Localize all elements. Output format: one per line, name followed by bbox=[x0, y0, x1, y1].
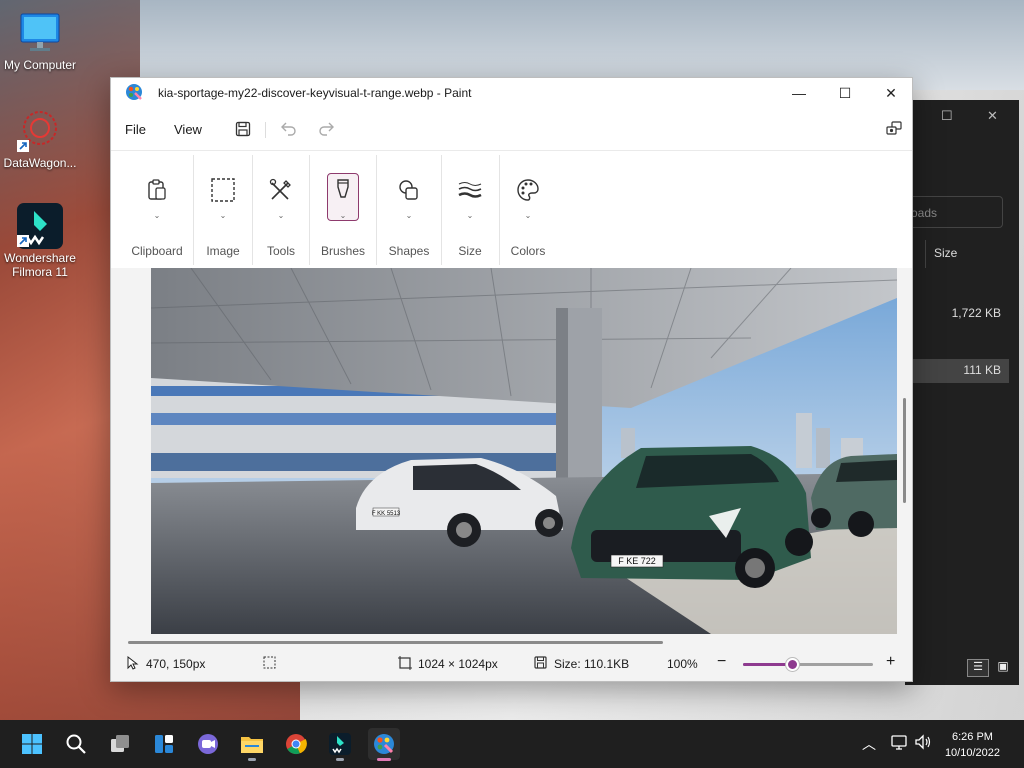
chevron-down-icon: ⌄ bbox=[219, 211, 227, 220]
paint-window[interactable]: kia-sportage-my22-discover-keyvisual-t-r… bbox=[110, 77, 913, 682]
file-explorer-icon[interactable] bbox=[236, 728, 268, 761]
ribbon-label: Image bbox=[206, 244, 240, 258]
ribbon-group-brushes[interactable]: ⌄ Brushes bbox=[311, 151, 375, 269]
selection-size-icon bbox=[263, 656, 276, 672]
canvas-area[interactable]: F KK 5513 F KE 722 bbox=[111, 268, 912, 638]
ribbon-label: Size bbox=[458, 244, 482, 258]
task-view-icon[interactable] bbox=[104, 728, 136, 760]
ribbon-group-image[interactable]: ⌄ Image bbox=[195, 151, 251, 269]
list-item[interactable]: 1,722 KB bbox=[952, 306, 1001, 320]
chevron-down-icon: ⌄ bbox=[277, 211, 285, 220]
zoom-slider-fill bbox=[743, 663, 793, 666]
chevron-down-icon: ⌄ bbox=[405, 211, 413, 220]
close-button[interactable]: ✕ bbox=[868, 78, 914, 108]
ribbon-group-size[interactable]: ⌄ Size bbox=[442, 151, 498, 269]
list-item[interactable]: 111 KB bbox=[905, 359, 1009, 383]
ribbon-label: Shapes bbox=[388, 244, 430, 258]
network-icon[interactable] bbox=[890, 733, 908, 754]
menu-bar: File View bbox=[111, 108, 912, 150]
select-icon bbox=[210, 177, 236, 203]
desktop-icon-label: My Computer bbox=[3, 58, 77, 72]
canvas-image[interactable]: F KK 5513 F KE 722 bbox=[151, 268, 897, 634]
brush-icon bbox=[330, 177, 356, 203]
search-input[interactable]: oads bbox=[905, 196, 1003, 228]
zoom-slider-thumb[interactable] bbox=[786, 658, 800, 671]
ribbon-label: Tools bbox=[266, 244, 295, 258]
desktop-icon-filmora[interactable]: Wondershare Filmora 11 bbox=[0, 203, 80, 279]
front-plate-text: F KE 722 bbox=[618, 556, 656, 566]
clock-time: 6:26 PM bbox=[951, 731, 993, 743]
canvas-dimensions: 1024 × 1024px bbox=[418, 657, 498, 671]
status-bar: 470, 150px 1024 × 1024px Size: 110.1KB 1… bbox=[111, 647, 912, 681]
window-title: kia-sportage-my22-discover-keyvisual-t-r… bbox=[158, 86, 472, 100]
chevron-down-icon: ⌄ bbox=[153, 211, 161, 220]
ribbon-label: Clipboard bbox=[131, 244, 183, 258]
filmora-icon bbox=[17, 203, 63, 249]
chevron-down-icon: ⌄ bbox=[466, 211, 474, 220]
zoom-out-button[interactable]: − bbox=[717, 653, 726, 671]
save-icon[interactable] bbox=[232, 118, 254, 140]
ribbon-label: Brushes bbox=[320, 244, 366, 258]
close-icon[interactable]: ✕ bbox=[987, 108, 998, 124]
shapes-icon bbox=[396, 177, 422, 203]
filmora-icon[interactable] bbox=[324, 728, 356, 761]
minimize-button[interactable]: — bbox=[776, 78, 822, 108]
vertical-scrollbar[interactable] bbox=[903, 398, 906, 503]
paint-app-icon bbox=[125, 83, 143, 101]
clock-date: 10/10/2022 bbox=[944, 747, 1000, 759]
cursor-icon bbox=[127, 655, 139, 673]
maximize-icon[interactable]: ☐ bbox=[941, 108, 953, 124]
title-bar[interactable]: kia-sportage-my22-discover-keyvisual-t-r… bbox=[111, 78, 912, 108]
datawagon-icon bbox=[17, 108, 63, 154]
desktop-icon-my-computer[interactable]: My Computer bbox=[0, 10, 80, 72]
ribbon-group-tools[interactable]: ⌄ Tools bbox=[253, 151, 309, 269]
redo-icon[interactable] bbox=[316, 118, 338, 140]
ribbon-toolbar: ⌄ Clipboard ⌄ Image ⌄ Tools ⌄ Brushes ⌄ … bbox=[111, 150, 912, 268]
search-icon[interactable] bbox=[60, 728, 92, 760]
palette-icon bbox=[515, 177, 541, 203]
layers-icon[interactable] bbox=[883, 118, 905, 140]
clipboard-icon bbox=[144, 177, 170, 203]
undo-icon[interactable] bbox=[277, 118, 299, 140]
zoom-in-button[interactable]: + bbox=[886, 653, 895, 671]
file-explorer-window[interactable]: ☐ ✕ oads Size 1,722 KB 111 KB ☰ ▣ bbox=[905, 100, 1019, 685]
ribbon-group-shapes[interactable]: ⌄ Shapes bbox=[377, 151, 441, 269]
menu-file[interactable]: File bbox=[125, 122, 146, 137]
canvas-size-icon bbox=[398, 656, 412, 673]
widgets-icon[interactable] bbox=[148, 728, 180, 760]
cursor-position: 470, 150px bbox=[146, 657, 206, 671]
chevron-down-icon: ⌄ bbox=[524, 211, 532, 220]
ribbon-group-colors[interactable]: ⌄ Colors bbox=[500, 151, 556, 269]
rear-plate-text: F KK 5513 bbox=[372, 511, 401, 517]
explorer-status-bar: ☰ ▣ bbox=[905, 649, 1019, 685]
ribbon-label: Colors bbox=[510, 244, 546, 258]
stroke-size-icon bbox=[457, 177, 483, 203]
paint-icon[interactable] bbox=[368, 728, 400, 761]
system-clock[interactable]: 6:26 PM 10/10/2022 bbox=[945, 729, 1000, 761]
volume-icon[interactable] bbox=[914, 733, 932, 754]
ribbon-group-clipboard[interactable]: ⌄ Clipboard bbox=[119, 151, 195, 269]
start-icon[interactable] bbox=[16, 728, 48, 760]
taskbar: ︿ 6:26 PM 10/10/2022 bbox=[0, 720, 1024, 768]
details-view-icon[interactable]: ☰ bbox=[967, 659, 989, 677]
tiles-view-icon[interactable]: ▣ bbox=[993, 659, 1013, 677]
horizontal-scrollbar[interactable] bbox=[128, 641, 663, 644]
zoom-slider[interactable] bbox=[743, 658, 873, 671]
desktop-icon-label: Wondershare Filmora 11 bbox=[4, 251, 76, 279]
show-hidden-icons-chevron[interactable]: ︿ bbox=[862, 734, 876, 754]
tools-icon bbox=[268, 177, 294, 203]
desktop-icon-label: DataWagon... bbox=[3, 156, 77, 170]
monitor-icon bbox=[17, 10, 63, 56]
chevron-down-icon: ⌄ bbox=[339, 211, 347, 220]
menu-view[interactable]: View bbox=[174, 122, 202, 137]
desktop-icon-datawagon[interactable]: DataWagon... bbox=[0, 108, 80, 170]
teams-chat-icon[interactable] bbox=[192, 728, 224, 760]
column-header-size[interactable]: Size bbox=[925, 240, 1013, 268]
zoom-level[interactable]: 100% bbox=[667, 657, 698, 671]
maximize-button[interactable]: ☐ bbox=[822, 78, 868, 108]
file-size: Size: 110.1KB bbox=[554, 657, 630, 671]
file-size-icon bbox=[534, 656, 547, 672]
chrome-icon[interactable] bbox=[280, 728, 312, 760]
